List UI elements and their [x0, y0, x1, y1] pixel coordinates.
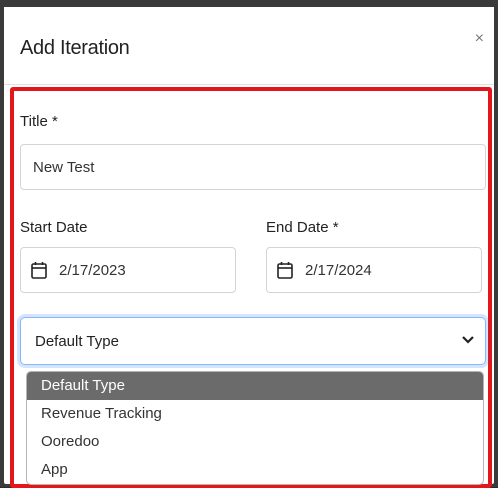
type-select-value: Default Type [35, 332, 119, 350]
modal-title: Add Iteration [20, 37, 130, 59]
end-date-input[interactable]: 2/17/2024 [266, 247, 482, 293]
type-select[interactable]: Default Type [20, 317, 486, 365]
screenshot-frame: Add Iteration × Title * New Test Start D… [0, 0, 498, 488]
calendar-icon [31, 262, 47, 279]
title-input-value: New Test [33, 158, 95, 176]
add-iteration-modal: Add Iteration × Title * New Test Start D… [4, 4, 494, 488]
title-label: Title * [20, 113, 58, 130]
type-option[interactable]: Revenue Tracking [27, 400, 483, 428]
end-date-label: End Date * [266, 219, 339, 236]
chevron-down-icon [462, 336, 474, 344]
type-dropdown-list: Default Type Revenue Tracking Ooredoo Ap… [26, 371, 484, 485]
close-button[interactable]: × [475, 31, 484, 47]
end-date-value: 2/17/2024 [305, 261, 372, 279]
modal-header: Add Iteration × [4, 7, 494, 85]
type-option[interactable]: Ooredoo [27, 428, 483, 456]
start-date-label: Start Date [20, 219, 88, 236]
start-date-input[interactable]: 2/17/2023 [20, 247, 236, 293]
title-input[interactable]: New Test [20, 144, 486, 190]
calendar-icon [277, 262, 293, 279]
start-date-value: 2/17/2023 [59, 261, 126, 279]
type-option[interactable]: App [27, 456, 483, 484]
type-option[interactable]: Default Type [27, 372, 483, 400]
